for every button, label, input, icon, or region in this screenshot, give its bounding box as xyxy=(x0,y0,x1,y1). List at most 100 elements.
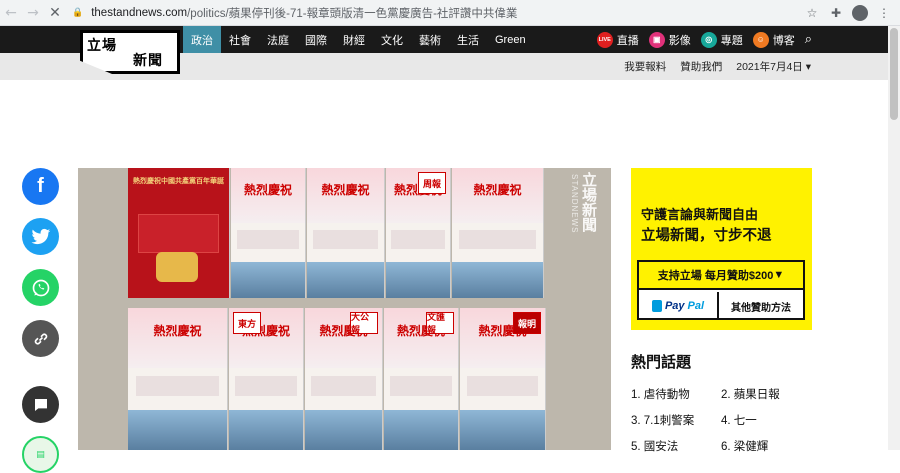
nav-blog[interactable]: ☺ 博客 xyxy=(752,31,795,48)
twitter-share-button[interactable] xyxy=(22,218,59,255)
caret-down-icon: ▼ xyxy=(773,269,785,281)
newspaper-masthead: 周報 xyxy=(418,172,446,194)
nav-live-label: 直播 xyxy=(616,34,639,47)
forward-arrow-icon[interactable]: → xyxy=(22,2,44,24)
close-icon[interactable]: ✕ xyxy=(44,2,66,24)
live-icon: LIVE xyxy=(596,31,613,48)
other-donation-button[interactable]: 其他贊助方法 xyxy=(719,299,803,314)
nav-item-court[interactable]: 法庭 xyxy=(259,26,297,53)
date-label: 2021年7月4日 xyxy=(736,61,803,73)
comment-icon xyxy=(34,398,47,411)
newspaper-front-page: 熱烈慶祝 大公報 xyxy=(305,308,383,450)
hot-topic-link[interactable]: 1. 虐待動物 xyxy=(631,386,721,402)
image-watermark: 立場新聞 xyxy=(580,172,597,232)
lock-icon: 🔒 xyxy=(72,7,84,17)
comment-button[interactable] xyxy=(22,386,59,423)
newspaper-front-page: 熱烈慶祝 xyxy=(128,308,228,450)
nav-right: LIVE 直播 ▣ 影像 ◎ 專題 ☺ 博客 ⌕ xyxy=(596,26,812,53)
support-link[interactable]: 贊助我們 xyxy=(680,59,722,74)
hot-topic-link[interactable]: 2. 蘋果日報 xyxy=(721,386,811,402)
newspaper-masthead: 報明 xyxy=(513,312,541,334)
newspaper-masthead: 文匯報 xyxy=(426,312,454,336)
scroll-thumb[interactable] xyxy=(890,28,898,120)
newspaper-front-page: 熱烈慶祝中國共產黨百年華誕 xyxy=(128,168,230,298)
hot-topics-list: 1. 虐待動物 2. 蘋果日報 3. 7.1刺警案 4. 七一 5. 國安法 6… xyxy=(631,386,812,454)
hot-topic-link[interactable]: 3. 7.1刺警案 xyxy=(631,412,721,428)
newspaper-headline: 熱烈慶祝 xyxy=(473,183,522,197)
article-hero-image[interactable]: 熱烈慶祝中國共產黨百年華誕 熱烈慶祝 熱烈慶祝 熱烈慶祝 周報 熱烈慶祝 熱烈慶… xyxy=(78,168,611,450)
paypal-pay-text: Pay xyxy=(664,300,685,312)
paypal-icon xyxy=(651,300,662,312)
facebook-share-button[interactable]: f xyxy=(22,168,59,205)
browser-menu-icon[interactable]: ⋮ xyxy=(874,3,894,23)
nav-item-finance[interactable]: 財經 xyxy=(335,26,373,53)
newspaper-front-page: 熱烈慶祝 xyxy=(452,168,544,298)
facebook-icon: f xyxy=(37,175,44,197)
monthly-support-button[interactable]: 支持立場 每月贊助$200 ▼ xyxy=(639,262,803,290)
copy-link-button[interactable] xyxy=(22,320,59,357)
nav-video-label: 影像 xyxy=(668,34,691,47)
paypal-pal-text: Pal xyxy=(687,300,705,312)
extensions-puzzle-icon[interactable]: ✚ xyxy=(826,3,846,23)
nav-item-green[interactable]: Green xyxy=(487,26,534,53)
search-icon[interactable]: ⌕ xyxy=(805,32,812,47)
profile-avatar[interactable] xyxy=(850,3,870,23)
donation-ad[interactable]: 守護言論與新聞自由 立場新聞，寸步不退 支持立場 每月贊助$200 ▼ Pay Pa… xyxy=(631,168,812,330)
newspaper-headline: 熱烈慶祝 xyxy=(153,324,202,339)
back-arrow-icon[interactable]: ← xyxy=(0,2,22,24)
url-path: /politics/蘋果停刊後-71-報章頭版清一色黨慶廣告-社評讚中共偉業 xyxy=(187,7,518,20)
nav-item-culture[interactable]: 文化 xyxy=(373,26,411,53)
logo-line-1: 立場 xyxy=(87,37,117,53)
bookmark-star-icon[interactable]: ☆ xyxy=(802,3,822,23)
nav-item-international[interactable]: 國際 xyxy=(297,26,335,53)
newspaper-headline: 熱烈慶祝 xyxy=(243,183,292,197)
nav-feature[interactable]: ◎ 專題 xyxy=(700,31,743,48)
newspaper-headline: 熱烈慶祝 xyxy=(321,183,370,197)
twitter-icon xyxy=(31,228,50,244)
page-scrollbar[interactable] xyxy=(888,26,900,450)
chevron-down-icon: ▾ xyxy=(805,61,811,73)
newspaper-front-page: 熱烈慶祝 周報 xyxy=(386,168,451,298)
newspaper-front-page: 熱烈慶祝 xyxy=(307,168,385,298)
nav-video[interactable]: ▣ 影像 xyxy=(648,31,691,48)
ad-slogan-1: 守護言論與新聞自由 xyxy=(641,207,759,222)
newspaper-body xyxy=(138,213,219,253)
newspaper-front-page: 熱烈慶祝 報明 xyxy=(460,308,546,450)
address-bar[interactable]: 🔒 thestandnews.com /politics/蘋果停刊後-71-報章… xyxy=(72,5,762,21)
hot-topic-link[interactable]: 6. 梁健輝 xyxy=(721,438,811,454)
centenary-emblem xyxy=(156,252,199,283)
paypal-button[interactable]: Pay Pal xyxy=(639,292,719,320)
date-dropdown[interactable]: 2021年7月4日 ▾ xyxy=(736,59,811,74)
report-link[interactable]: 我要報料 xyxy=(624,59,666,74)
whatsapp-icon xyxy=(32,279,49,296)
feature-icon: ◎ xyxy=(700,31,717,48)
nav-feature-label: 專題 xyxy=(720,34,743,47)
newspaper-front-page: 熱烈慶祝 東方 xyxy=(229,308,304,450)
ad-support-box: 支持立場 每月贊助$200 ▼ Pay Pal 其他贊助方法 xyxy=(637,260,805,320)
hot-topics-title: 熱門話題 xyxy=(631,354,692,371)
browser-toolbar: ← → ✕ 🔒 thestandnews.com /politics/蘋果停刊後… xyxy=(0,0,900,26)
hot-topic-link[interactable]: 5. 國安法 xyxy=(631,438,721,454)
nav-item-art[interactable]: 藝術 xyxy=(411,26,449,53)
ad-slogan-2: 立場新聞，寸步不退 xyxy=(641,228,772,244)
nav-item-politics[interactable]: 政治 xyxy=(183,26,221,53)
nav-blog-label: 博客 xyxy=(772,34,795,47)
video-icon: ▣ xyxy=(648,31,665,48)
nav-item-society[interactable]: 社會 xyxy=(221,26,259,53)
support-label: 支持立場 每月贊助$200 xyxy=(657,270,774,282)
newspaper-front-page: 熱烈慶祝 xyxy=(231,168,306,298)
blogger-icon: ☺ xyxy=(752,31,769,48)
whatsapp-share-button[interactable] xyxy=(22,269,59,306)
newspaper-front-page: 熱烈慶祝 文匯報 xyxy=(384,308,459,450)
logo-line-2: 新聞 xyxy=(133,52,163,68)
nav-item-life[interactable]: 生活 xyxy=(449,26,487,53)
url-host: thestandnews.com xyxy=(91,6,188,19)
link-icon xyxy=(34,332,47,345)
hot-topic-link[interactable]: 4. 七一 xyxy=(721,412,811,428)
main-nav: 政治 社會 法庭 國際 財經 文化 藝術 生活 Green xyxy=(183,26,534,53)
more-share-icon: ▤ xyxy=(36,449,45,460)
newspaper-masthead: 東方 xyxy=(233,312,261,334)
more-share-button[interactable]: ▤ xyxy=(22,436,59,473)
newspaper-headline: 熱烈慶祝中國共產黨百年華誕 xyxy=(133,175,224,185)
nav-live[interactable]: LIVE 直播 xyxy=(596,31,639,48)
